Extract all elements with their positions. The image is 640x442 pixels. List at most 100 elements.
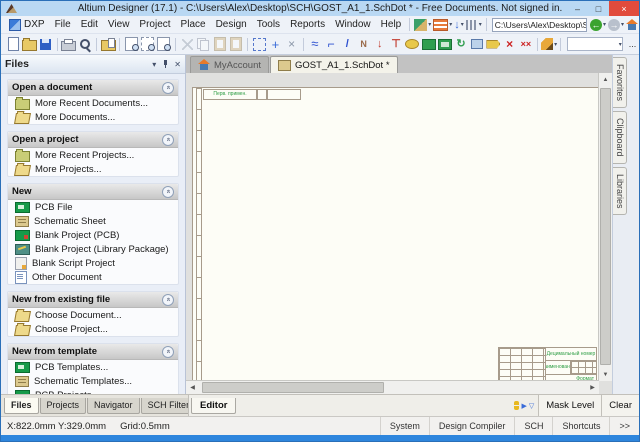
files-item-blank-project-pcb[interactable]: Blank Project (PCB) [8,228,178,242]
forward-button[interactable] [607,17,625,33]
status-button-design-compiler[interactable]: Design Compiler [429,417,515,435]
open-document-button[interactable] [100,36,116,52]
collapse-icon[interactable] [162,82,174,94]
place-wire-button[interactable] [307,36,323,52]
annotate-button[interactable] [541,36,557,52]
arrange-button[interactable] [453,17,465,33]
menu-help[interactable]: Help [376,16,407,33]
editor-tab[interactable]: Editor [191,398,236,414]
deselect-button[interactable] [284,36,300,52]
maximize-button[interactable]: □ [588,1,609,16]
files-item-more-recent-documents[interactable]: More Recent Documents... [8,96,178,110]
panel-tab-navigator[interactable]: Navigator [87,398,140,414]
files-item-blank-script-project[interactable]: Blank Script Project [8,256,178,270]
place-power-gnd-button[interactable] [372,36,388,52]
status-button--[interactable]: >> [609,417,639,435]
place-bus-button[interactable] [323,36,339,52]
files-item-choose-document[interactable]: Choose Document... [8,308,178,322]
files-item-other-document[interactable]: Other Document [8,270,178,284]
menu-window[interactable]: Window [330,16,376,33]
files-section-header[interactable]: Open a document [8,80,178,96]
scroll-down-icon[interactable]: ▼ [599,368,612,381]
panel-tab-files[interactable]: Files [4,398,39,414]
place-part-button[interactable] [404,36,420,52]
place-port-button[interactable] [485,36,501,52]
home-button[interactable] [625,17,639,33]
minimize-button[interactable]: – [567,1,588,16]
place-power-vcc-button[interactable] [388,36,404,52]
scale-combo[interactable] [567,37,622,51]
vertical-scrollbar[interactable]: ▲ ▼ [598,73,612,381]
right-tab-favorites[interactable]: Favorites [613,57,627,108]
menu-tools[interactable]: Tools [252,16,285,33]
menu-reports[interactable]: Reports [285,16,330,33]
zoom-area-button[interactable] [140,36,156,52]
filter-icon[interactable]: ▽ [529,402,534,410]
files-item-pcb-file[interactable]: PCB File [8,200,178,214]
tab-gost-a1-1-schdot[interactable]: GOST_A1_1.SchDot * [270,56,398,73]
zoom-select-button[interactable] [156,36,172,52]
place-net-label-button[interactable] [355,36,371,52]
files-section-header[interactable]: New [8,184,178,200]
right-tab-libraries[interactable]: Libraries [613,167,627,216]
no-erc-button[interactable] [502,36,518,52]
pin-icon[interactable] [161,60,169,68]
panel-close-icon[interactable]: ✕ [174,60,181,69]
horizontal-scrollbar[interactable]: ◀ ▶ [186,380,599,394]
menu-file[interactable]: File [50,16,76,33]
move-button[interactable] [267,36,283,52]
panel-menu-icon[interactable]: ▾ [152,60,156,69]
mask-level-button[interactable]: Mask Level [538,395,601,416]
horizontal-scroll-thumb[interactable] [202,382,384,393]
vertical-scroll-thumb[interactable] [600,88,611,365]
files-item-choose-project[interactable]: Choose Project... [8,322,178,336]
status-button-sch[interactable]: SCH [514,417,552,435]
schematic-sheet[interactable]: Перв. примен. Децимальный номер На [192,87,599,394]
right-tab-clipboard[interactable]: Clipboard [613,111,627,164]
menu-dxp[interactable]: DXP [4,16,50,33]
layers-button[interactable] [432,17,453,33]
files-item-blank-project-library-package[interactable]: Blank Project (Library Package) [8,242,178,256]
back-button[interactable] [589,17,607,33]
files-item-schematic-sheet[interactable]: Schematic Sheet [8,214,178,228]
paste-recycle-button[interactable] [453,36,469,52]
collapse-icon[interactable] [162,346,174,358]
scroll-right-icon[interactable]: ▶ [586,381,599,394]
scroll-left-icon[interactable]: ◀ [186,381,199,394]
cross-probe-button[interactable] [518,36,534,52]
menu-project[interactable]: Project [134,16,175,33]
close-button[interactable]: × [609,1,639,16]
print-button[interactable] [61,36,77,52]
files-item-schematic-templates[interactable]: Schematic Templates... [8,374,178,388]
print-preview-button[interactable] [77,36,93,52]
save-button[interactable] [37,36,53,52]
menu-place[interactable]: Place [176,16,211,33]
place-image-button[interactable] [437,36,453,52]
place-sheet-entry-button[interactable] [469,36,485,52]
storage-path-combo[interactable]: C:\Users\Alex\Desktop\SCH\GOST [492,18,587,32]
new-document-button[interactable] [5,36,21,52]
scroll-up-icon[interactable]: ▲ [599,73,612,86]
files-section-header[interactable]: Open a project [8,132,178,148]
files-section-header[interactable]: New from template [8,344,178,360]
grid-button[interactable] [465,17,483,33]
place-sheet-symbol-button[interactable] [420,36,436,52]
tab-myaccount[interactable]: MyAccount [190,56,269,73]
layout-pencil-button[interactable] [413,17,432,33]
collapse-icon[interactable] [162,134,174,146]
open-button[interactable] [21,36,37,52]
files-item-more-documents[interactable]: More Documents... [8,110,178,124]
collapse-icon[interactable] [162,186,174,198]
collapse-icon[interactable] [162,294,174,306]
toolbar-more-button[interactable]: ... [626,39,640,49]
menu-design[interactable]: Design [211,16,252,33]
menu-edit[interactable]: Edit [76,16,103,33]
play-icon[interactable]: ▶ [521,402,526,410]
select-area-button[interactable] [251,36,267,52]
files-item-more-recent-projects[interactable]: More Recent Projects... [8,148,178,162]
zoom-fit-button[interactable] [123,36,139,52]
panel-tab-projects[interactable]: Projects [40,398,87,414]
place-bus-entry-button[interactable] [339,36,355,52]
menu-view[interactable]: View [103,16,135,33]
status-button-shortcuts[interactable]: Shortcuts [552,417,609,435]
